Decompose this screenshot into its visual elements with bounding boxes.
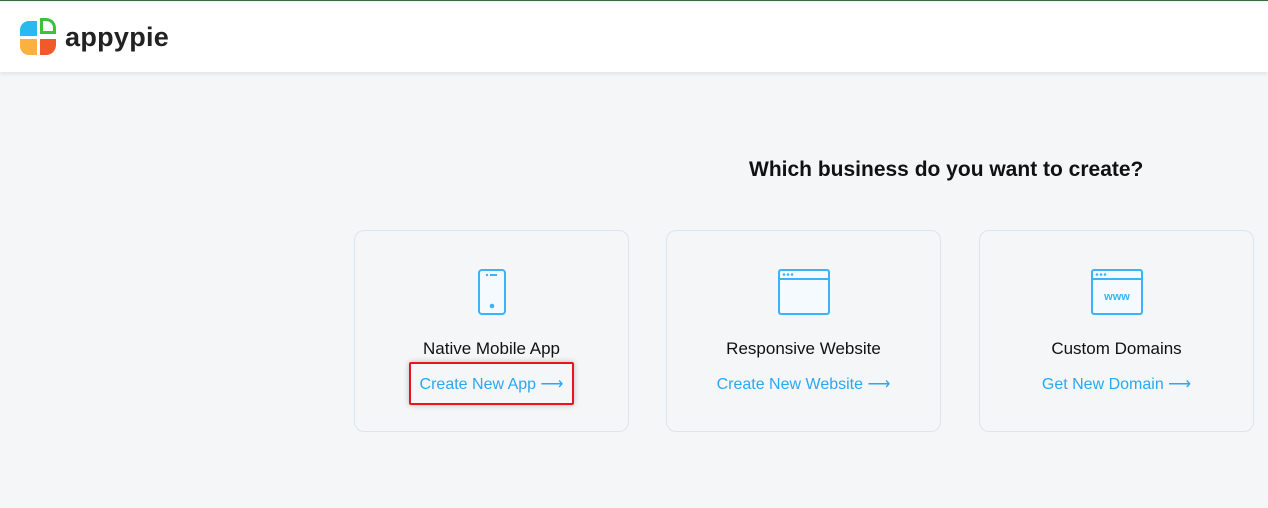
highlight-box <box>409 362 574 405</box>
arrow-right-icon: ⟶ <box>1168 376 1192 393</box>
logo-text: appypie <box>65 21 170 52</box>
svg-text:www: www <box>1103 291 1130 303</box>
card-custom-domains[interactable]: www Custom Domains Get New Domain ⟶ <box>979 230 1254 432</box>
create-new-website-link[interactable]: Create New Website ⟶ <box>667 374 940 394</box>
card-title: Native Mobile App <box>422 339 561 358</box>
header: appypie <box>0 2 1268 72</box>
link-label: Get New Domain <box>1041 376 1164 393</box>
card-responsive-website[interactable]: Responsive Website Create New Website ⟶ <box>666 230 941 432</box>
card-title: Responsive Website <box>726 339 881 358</box>
card-title: Custom Domains <box>1051 339 1182 358</box>
appypie-logo[interactable]: appypie <box>18 17 169 57</box>
link-label: Create New Website <box>716 376 864 393</box>
page-title: Which business do you want to create? <box>749 158 1144 181</box>
get-new-domain-link[interactable]: Get New Domain ⟶ <box>980 374 1253 394</box>
browser-window-icon <box>777 269 830 315</box>
mobile-phone-icon <box>477 269 506 315</box>
arrow-right-icon: ⟶ <box>867 376 891 393</box>
www-domain-icon: www <box>1090 269 1143 315</box>
appypie-logo-icon <box>20 18 56 55</box>
